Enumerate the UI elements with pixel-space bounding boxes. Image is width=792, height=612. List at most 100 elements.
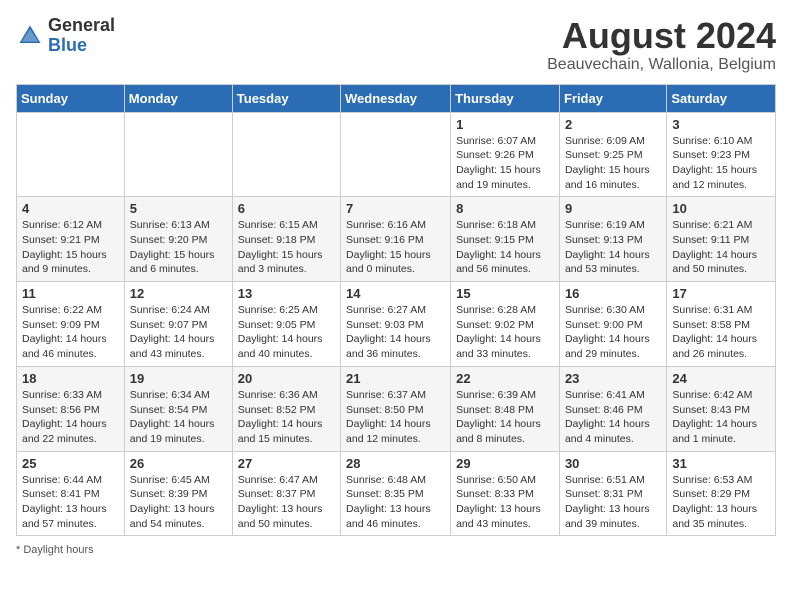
day-info: Sunrise: 6:10 AMSunset: 9:23 PMDaylight:… <box>672 134 770 193</box>
day-number: 28 <box>346 456 445 471</box>
day-info: Sunrise: 6:53 AMSunset: 8:29 PMDaylight:… <box>672 473 770 532</box>
day-number: 2 <box>565 117 661 132</box>
daylight-hours-label: Daylight hours <box>23 544 93 556</box>
calendar-cell: 10 Sunrise: 6:21 AMSunset: 9:11 PMDayligh… <box>667 197 776 282</box>
calendar-cell: 18 Sunrise: 6:33 AMSunset: 8:56 PMDayligh… <box>17 366 125 451</box>
calendar-cell: 11 Sunrise: 6:22 AMSunset: 9:09 PMDayligh… <box>17 282 125 367</box>
day-info: Sunrise: 6:44 AMSunset: 8:41 PMDaylight:… <box>22 473 119 532</box>
calendar-day-header: Wednesday <box>341 84 451 112</box>
calendar-cell: 1 Sunrise: 6:07 AMSunset: 9:26 PMDaylight… <box>451 112 560 197</box>
day-info: Sunrise: 6:33 AMSunset: 8:56 PMDaylight:… <box>22 388 119 447</box>
calendar-week-row: 11 Sunrise: 6:22 AMSunset: 9:09 PMDayligh… <box>17 282 776 367</box>
calendar-cell: 27 Sunrise: 6:47 AMSunset: 8:37 PMDayligh… <box>232 451 340 536</box>
day-number: 30 <box>565 456 661 471</box>
day-info: Sunrise: 6:13 AMSunset: 9:20 PMDaylight:… <box>130 218 227 277</box>
calendar-cell: 22 Sunrise: 6:39 AMSunset: 8:48 PMDayligh… <box>451 366 560 451</box>
calendar-cell <box>124 112 232 197</box>
calendar-day-header: Friday <box>559 84 666 112</box>
day-number: 18 <box>22 371 119 386</box>
day-number: 15 <box>456 286 554 301</box>
calendar-header-row: SundayMondayTuesdayWednesdayThursdayFrid… <box>17 84 776 112</box>
day-number: 19 <box>130 371 227 386</box>
day-info: Sunrise: 6:30 AMSunset: 9:00 PMDaylight:… <box>565 303 661 362</box>
calendar-cell <box>341 112 451 197</box>
footer-note: * Daylight hours <box>16 544 776 556</box>
day-info: Sunrise: 6:47 AMSunset: 8:37 PMDaylight:… <box>238 473 335 532</box>
day-info: Sunrise: 6:39 AMSunset: 8:48 PMDaylight:… <box>456 388 554 447</box>
day-number: 5 <box>130 201 227 216</box>
calendar-cell: 19 Sunrise: 6:34 AMSunset: 8:54 PMDayligh… <box>124 366 232 451</box>
day-info: Sunrise: 6:21 AMSunset: 9:11 PMDaylight:… <box>672 218 770 277</box>
day-info: Sunrise: 6:09 AMSunset: 9:25 PMDaylight:… <box>565 134 661 193</box>
calendar-cell: 8 Sunrise: 6:18 AMSunset: 9:15 PMDaylight… <box>451 197 560 282</box>
day-number: 20 <box>238 371 335 386</box>
day-number: 23 <box>565 371 661 386</box>
day-number: 26 <box>130 456 227 471</box>
calendar-week-row: 1 Sunrise: 6:07 AMSunset: 9:26 PMDaylight… <box>17 112 776 197</box>
day-info: Sunrise: 6:25 AMSunset: 9:05 PMDaylight:… <box>238 303 335 362</box>
calendar-cell: 12Sunrise: 6:24 AMSunset: 9:07 PMDayligh… <box>124 282 232 367</box>
calendar-cell: 24 Sunrise: 6:42 AMSunset: 8:43 PMDayligh… <box>667 366 776 451</box>
day-info: Sunrise: 6:37 AMSunset: 8:50 PMDaylight:… <box>346 388 445 447</box>
logo-icon <box>16 22 44 50</box>
calendar-week-row: 4 Sunrise: 6:12 AMSunset: 9:21 PMDaylight… <box>17 197 776 282</box>
day-info: Sunrise: 6:50 AMSunset: 8:33 PMDaylight:… <box>456 473 554 532</box>
day-info: Sunrise: 6:18 AMSunset: 9:15 PMDaylight:… <box>456 218 554 277</box>
day-info: Sunrise: 6:22 AMSunset: 9:09 PMDaylight:… <box>22 303 119 362</box>
day-info: Sunrise: 6:36 AMSunset: 8:52 PMDaylight:… <box>238 388 335 447</box>
calendar-cell: 29Sunrise: 6:50 AMSunset: 8:33 PMDayligh… <box>451 451 560 536</box>
title-area: August 2024 Beauvechain, Wallonia, Belgi… <box>547 16 776 74</box>
day-info: Sunrise: 6:15 AMSunset: 9:18 PMDaylight:… <box>238 218 335 277</box>
day-number: 1 <box>456 117 554 132</box>
day-number: 11 <box>22 286 119 301</box>
day-info: Sunrise: 6:41 AMSunset: 8:46 PMDaylight:… <box>565 388 661 447</box>
calendar-cell: 15 Sunrise: 6:28 AMSunset: 9:02 PMDayligh… <box>451 282 560 367</box>
day-number: 24 <box>672 371 770 386</box>
calendar-cell <box>232 112 340 197</box>
day-info: Sunrise: 6:48 AMSunset: 8:35 PMDaylight:… <box>346 473 445 532</box>
day-info: Sunrise: 6:16 AMSunset: 9:16 PMDaylight:… <box>346 218 445 277</box>
calendar-cell: 26Sunrise: 6:45 AMSunset: 8:39 PMDayligh… <box>124 451 232 536</box>
calendar-cell: 6 Sunrise: 6:15 AMSunset: 9:18 PMDaylight… <box>232 197 340 282</box>
day-number: 13 <box>238 286 335 301</box>
subtitle: Beauvechain, Wallonia, Belgium <box>547 56 776 74</box>
calendar-day-header: Sunday <box>17 84 125 112</box>
day-info: Sunrise: 6:31 AMSunset: 8:58 PMDaylight:… <box>672 303 770 362</box>
day-number: 6 <box>238 201 335 216</box>
calendar-cell: 14Sunrise: 6:27 AMSunset: 9:03 PMDayligh… <box>341 282 451 367</box>
logo-blue: Blue <box>48 35 87 55</box>
day-number: 8 <box>456 201 554 216</box>
day-number: 27 <box>238 456 335 471</box>
day-number: 4 <box>22 201 119 216</box>
header: General Blue August 2024 Beauvechain, Wa… <box>16 16 776 74</box>
day-number: 22 <box>456 371 554 386</box>
calendar-day-header: Thursday <box>451 84 560 112</box>
day-info: Sunrise: 6:28 AMSunset: 9:02 PMDaylight:… <box>456 303 554 362</box>
calendar-cell: 31 Sunrise: 6:53 AMSunset: 8:29 PMDayligh… <box>667 451 776 536</box>
calendar-cell: 2 Sunrise: 6:09 AMSunset: 9:25 PMDaylight… <box>559 112 666 197</box>
calendar-cell: 3 Sunrise: 6:10 AMSunset: 9:23 PMDaylight… <box>667 112 776 197</box>
calendar-cell: 13 Sunrise: 6:25 AMSunset: 9:05 PMDayligh… <box>232 282 340 367</box>
calendar-cell: 20 Sunrise: 6:36 AMSunset: 8:52 PMDayligh… <box>232 366 340 451</box>
calendar-cell: 17Sunrise: 6:31 AMSunset: 8:58 PMDayligh… <box>667 282 776 367</box>
day-number: 9 <box>565 201 661 216</box>
calendar-cell: 25Sunrise: 6:44 AMSunset: 8:41 PMDayligh… <box>17 451 125 536</box>
logo-text: General Blue <box>48 16 115 56</box>
day-number: 7 <box>346 201 445 216</box>
day-info: Sunrise: 6:51 AMSunset: 8:31 PMDaylight:… <box>565 473 661 532</box>
day-number: 21 <box>346 371 445 386</box>
day-number: 12 <box>130 286 227 301</box>
day-info: Sunrise: 6:34 AMSunset: 8:54 PMDaylight:… <box>130 388 227 447</box>
day-number: 31 <box>672 456 770 471</box>
day-info: Sunrise: 6:12 AMSunset: 9:21 PMDaylight:… <box>22 218 119 277</box>
day-number: 3 <box>672 117 770 132</box>
day-number: 10 <box>672 201 770 216</box>
calendar-cell: 30 Sunrise: 6:51 AMSunset: 8:31 PMDayligh… <box>559 451 666 536</box>
day-info: Sunrise: 6:07 AMSunset: 9:26 PMDaylight:… <box>456 134 554 193</box>
day-info: Sunrise: 6:42 AMSunset: 8:43 PMDaylight:… <box>672 388 770 447</box>
logo-general: General <box>48 15 115 35</box>
calendar-cell: 7 Sunrise: 6:16 AMSunset: 9:16 PMDaylight… <box>341 197 451 282</box>
calendar-week-row: 18 Sunrise: 6:33 AMSunset: 8:56 PMDayligh… <box>17 366 776 451</box>
calendar-cell: 9Sunrise: 6:19 AMSunset: 9:13 PMDaylight… <box>559 197 666 282</box>
day-number: 16 <box>565 286 661 301</box>
